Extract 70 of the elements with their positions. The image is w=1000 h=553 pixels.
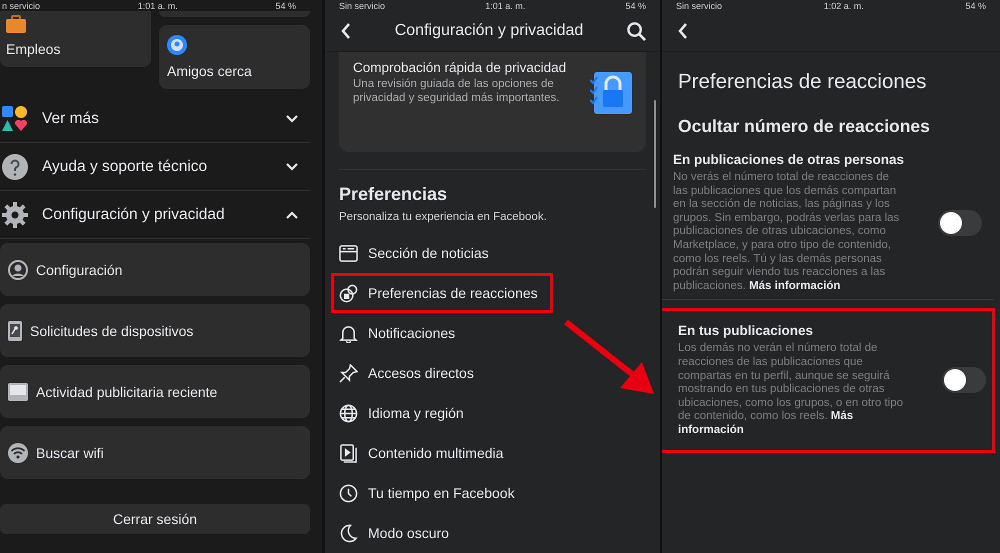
menu-item[interactable]: Preferencias de reacciones [331, 273, 553, 313]
shapes-icon [2, 106, 28, 132]
logout-button[interactable]: Cerrar sesión [0, 504, 310, 534]
media-icon [339, 444, 358, 462]
menu-section[interactable]: Ayuda y soporte técnico [0, 143, 310, 191]
settings-item-label: Actividad publicitaria reciente [36, 384, 218, 400]
menu-item[interactable]: Sección de noticias [331, 233, 504, 273]
setting-title: En tus publicaciones [678, 323, 814, 338]
settings-item[interactable]: Configuración [0, 243, 310, 296]
battery-text: 54 % [275, 0, 296, 10]
battery-text: 54 % [625, 0, 646, 10]
time-text: 1:02 a. m. [824, 0, 864, 10]
settings-item-label: Buscar wifi [36, 444, 104, 460]
setting-description: No verás el número total de reacciones de las publicaciones que los demás compartan en la sección de noticias, las páginas y los grupos. Sin embargo, podrás verlas para las publicaciones de otras ubicaciones, como Marketplace, y para otro tipo de contenido, como los reels. Tú y las demás personas podrán seguir viendo tus reacciones a las publicaciones. Más información [673, 171, 900, 294]
bell-icon [339, 324, 358, 342]
carrier-text: Sin servicio [339, 0, 386, 10]
shortcut-label: Empleos [6, 41, 62, 57]
section-label: Ayuda y soporte técnico [42, 158, 208, 176]
pin-icon [339, 364, 358, 382]
toggle-switch[interactable] [938, 210, 982, 236]
settings-item-label: Configuración [36, 262, 122, 278]
section-subtitle: Personaliza tu experiencia en Facebook. [339, 211, 548, 223]
search-icon[interactable] [627, 22, 646, 40]
wifi-icon [8, 442, 28, 462]
moon-icon [339, 524, 358, 542]
monitor-icon [8, 382, 28, 400]
section-heading: Preferencias [339, 184, 448, 205]
privacy-checkup-card[interactable]: Comprobación rápida de privacidad Una revisión guiada de las opciones de privacidad y seguridad más importantes. [339, 52, 646, 152]
carrier-text: n servicio [2, 0, 40, 10]
help-icon [2, 154, 28, 180]
lock-checklist-icon [590, 72, 632, 114]
reactions-icon [339, 284, 358, 302]
menu-item[interactable]: Notificaciones [331, 313, 470, 353]
clock-icon [339, 484, 358, 502]
back-icon[interactable] [678, 23, 688, 39]
profile-icon [8, 260, 28, 280]
briefcase-icon [6, 15, 26, 33]
phone-key-icon [8, 320, 22, 340]
section-label: Configuración y privacidad [42, 206, 226, 224]
shortcut-card[interactable]: Empleos [0, 11, 151, 67]
card-description: Una revisión guiada de las opciones de privacidad y seguridad más importantes. [353, 77, 560, 105]
location-icon [167, 35, 187, 55]
back-icon[interactable] [341, 23, 351, 39]
settings-item-label: Solicitudes de dispositivos [30, 322, 194, 338]
card-title: Comprobación rápida de privacidad [353, 60, 568, 75]
shortcut-card[interactable]: Amigos cerca [159, 25, 310, 89]
section-label: Ver más [42, 110, 100, 128]
settings-item[interactable]: Solicitudes de dispositivos [0, 304, 310, 357]
battery-text: 54 % [965, 0, 986, 10]
section-heading: Ocultar número de reacciones [678, 116, 931, 137]
menu-section[interactable]: Ver más [0, 95, 310, 143]
menu-item[interactable]: Modo oscuro [331, 513, 464, 553]
settings-item[interactable]: Actividad publicitaria reciente [0, 365, 310, 418]
menu-section[interactable]: Configuración y privacidad [0, 191, 310, 239]
menu-item[interactable]: Contenido multimedia [331, 433, 518, 473]
setting-title: En publicaciones de otras personas [673, 152, 906, 167]
time-text: 1:01 a. m. [485, 0, 526, 10]
time-text: 1:01 a. m. [138, 0, 178, 10]
menu-item[interactable]: Idioma y región [331, 393, 479, 433]
page-title: Preferencias de reacciones [678, 70, 928, 94]
toggle-switch[interactable] [942, 367, 986, 394]
shortcut-label: Amigos cerca [167, 63, 253, 79]
setting-description: Los demás no verán el número total de reacciones de las publicaciones que compartas en tu perfil, aunque se seguirá mostrando en tus publicaciones de otras ubicaciones, como los grupos, o en otro tipo de contenido, como los reels. Más información [678, 342, 904, 438]
settings-item[interactable]: Buscar wifi [0, 426, 310, 479]
newspaper-icon [339, 244, 358, 262]
screen-title: Configuración y privacidad [394, 22, 584, 40]
globe-icon [339, 404, 358, 422]
menu-item[interactable]: Accesos directos [331, 353, 489, 393]
menu-item[interactable]: Tu tiempo en Facebook [331, 473, 530, 513]
carrier-text: Sin servicio [676, 0, 722, 10]
